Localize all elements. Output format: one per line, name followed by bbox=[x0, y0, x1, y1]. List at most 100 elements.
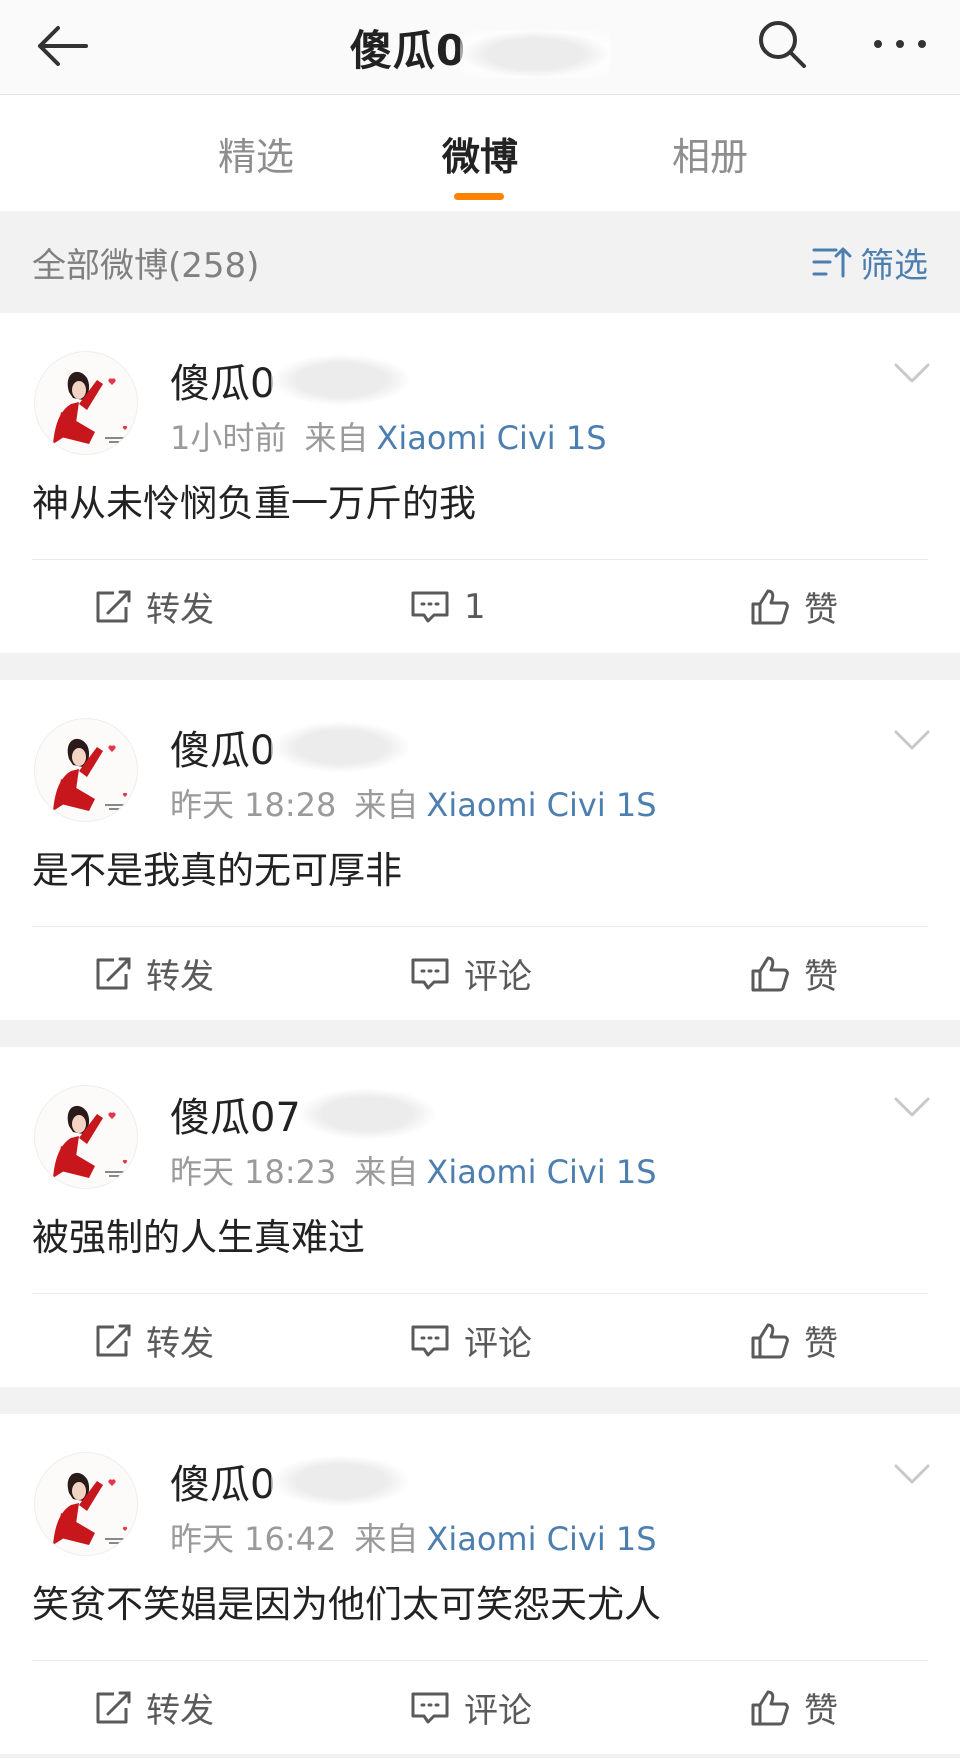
like-label: 赞 bbox=[804, 1691, 838, 1731]
filter-bar: 全部微博(258) 筛选 bbox=[0, 211, 960, 313]
comment-button[interactable]: 评论 bbox=[410, 1661, 532, 1754]
comment-button[interactable]: 评论 bbox=[410, 927, 532, 1020]
page-title-text: 傻瓜0 bbox=[349, 26, 467, 75]
post-actions: 转发 评论 赞 bbox=[0, 1661, 960, 1754]
chevron-down-icon[interactable] bbox=[890, 718, 934, 762]
repost-label: 转发 bbox=[146, 1691, 214, 1731]
avatar[interactable] bbox=[34, 1085, 138, 1189]
comment-icon bbox=[411, 1325, 449, 1356]
chevron-down-icon[interactable] bbox=[890, 1452, 934, 1496]
post-username-text: 傻瓜0 bbox=[170, 728, 276, 774]
avatar[interactable] bbox=[34, 718, 138, 822]
repost-button[interactable]: 转发 bbox=[94, 560, 214, 653]
post-card[interactable]: 傻瓜0 1小时前 来自 Xiaomi Civi 1S 神从未怜悯负重一万斤的我 转发… bbox=[0, 313, 960, 653]
comment-button[interactable]: 1 bbox=[410, 560, 486, 653]
post-source-prefix: 来自 bbox=[304, 419, 369, 457]
avatar[interactable] bbox=[34, 351, 138, 455]
thumbs-up-icon bbox=[751, 1690, 789, 1725]
repost-button[interactable]: 转发 bbox=[94, 1294, 214, 1387]
comment-label: 评论 bbox=[464, 1324, 532, 1364]
avatar[interactable] bbox=[34, 1452, 138, 1556]
title-container: 傻瓜0 bbox=[0, 0, 960, 95]
blurred-username-mask bbox=[460, 29, 611, 78]
post-time: 昨天 16:42 bbox=[170, 1520, 337, 1558]
like-button[interactable]: 赞 bbox=[750, 1661, 838, 1754]
tab-album[interactable]: 相册 bbox=[640, 95, 780, 211]
like-label: 赞 bbox=[804, 590, 838, 630]
post-source-prefix: 来自 bbox=[354, 1153, 419, 1191]
avatar-illustration bbox=[53, 738, 128, 811]
blurred-username-mask bbox=[271, 721, 412, 773]
post-card[interactable]: 傻瓜0 昨天 18:28 来自 Xiaomi Civi 1S 是不是我真的无可厚非 … bbox=[0, 680, 960, 1020]
more-dots-icon bbox=[874, 40, 926, 48]
comment-label: 评论 bbox=[464, 1691, 532, 1731]
like-button[interactable]: 赞 bbox=[750, 560, 838, 653]
search-button[interactable] bbox=[750, 12, 814, 76]
filter-button[interactable]: 筛选 bbox=[812, 211, 928, 313]
profile-tabs: 精选 微博 相册 bbox=[0, 95, 960, 211]
post-text[interactable]: 神从未怜悯负重一万斤的我 bbox=[32, 473, 476, 527]
filter-sort-icon bbox=[812, 247, 852, 278]
post-card[interactable]: 傻瓜07 昨天 18:23 来自 Xiaomi Civi 1S 被强制的人生真难过 … bbox=[0, 1047, 960, 1387]
blurred-username-mask bbox=[271, 354, 412, 406]
repost-label: 转发 bbox=[146, 957, 214, 997]
post-text[interactable]: 被强制的人生真难过 bbox=[32, 1207, 365, 1261]
avatar-illustration bbox=[53, 371, 128, 444]
more-button[interactable] bbox=[862, 12, 938, 76]
post-actions: 转发 评论 赞 bbox=[0, 1294, 960, 1387]
comment-button[interactable]: 评论 bbox=[410, 1294, 532, 1387]
like-label: 赞 bbox=[804, 957, 838, 997]
post-device-link[interactable]: Xiaomi Civi 1S bbox=[426, 786, 656, 824]
thumbs-up-icon bbox=[751, 956, 789, 991]
top-navigation-bar: 傻瓜0 bbox=[0, 0, 960, 95]
chevron-down-icon[interactable] bbox=[890, 1085, 934, 1129]
repost-icon bbox=[96, 1324, 131, 1356]
comment-label: 评论 bbox=[464, 957, 532, 997]
post-username[interactable]: 傻瓜0 bbox=[170, 351, 412, 409]
like-button[interactable]: 赞 bbox=[750, 1294, 838, 1387]
post-username[interactable]: 傻瓜0 bbox=[170, 718, 412, 776]
post-username[interactable]: 傻瓜07 bbox=[170, 1085, 437, 1143]
avatar-illustration bbox=[53, 1472, 128, 1545]
post-username[interactable]: 傻瓜0 bbox=[170, 1452, 412, 1510]
comment-icon bbox=[411, 958, 449, 989]
blurred-username-mask bbox=[271, 1455, 412, 1507]
post-username-text: 傻瓜0 bbox=[170, 361, 276, 407]
post-count-label: 全部微博(258) bbox=[32, 245, 260, 286]
avatar-illustration bbox=[53, 1105, 128, 1178]
tab-featured[interactable]: 精选 bbox=[186, 95, 326, 211]
post-text[interactable]: 是不是我真的无可厚非 bbox=[32, 840, 402, 894]
post-username-text: 傻瓜07 bbox=[170, 1095, 301, 1141]
like-button[interactable]: 赞 bbox=[750, 927, 838, 1020]
post-source-prefix: 来自 bbox=[354, 786, 419, 824]
post-actions: 转发 评论 赞 bbox=[0, 927, 960, 1020]
repost-icon bbox=[96, 590, 131, 622]
post-device-link[interactable]: Xiaomi Civi 1S bbox=[426, 1520, 656, 1558]
repost-label: 转发 bbox=[146, 1324, 214, 1364]
thumbs-up-icon bbox=[751, 1323, 789, 1358]
post-meta: 昨天 18:23 来自 Xiaomi Civi 1S bbox=[170, 1147, 657, 1193]
repost-icon bbox=[96, 957, 131, 989]
search-icon bbox=[759, 21, 806, 68]
post-time: 昨天 18:28 bbox=[170, 786, 337, 824]
like-label: 赞 bbox=[804, 1324, 838, 1364]
repost-button[interactable]: 转发 bbox=[94, 927, 214, 1020]
post-time: 昨天 18:23 bbox=[170, 1153, 337, 1191]
filter-label: 筛选 bbox=[860, 245, 928, 286]
repost-label: 转发 bbox=[146, 590, 214, 630]
post-time: 1小时前 bbox=[170, 419, 287, 457]
post-text[interactable]: 笑贫不笑娼是因为他们太可笑怨天尤人 bbox=[32, 1574, 661, 1628]
post-meta: 昨天 18:28 来自 Xiaomi Civi 1S bbox=[170, 780, 657, 826]
thumbs-up-icon bbox=[751, 589, 789, 624]
post-meta: 昨天 16:42 来自 Xiaomi Civi 1S bbox=[170, 1514, 657, 1560]
post-username-text: 傻瓜0 bbox=[170, 1462, 276, 1508]
chevron-down-icon[interactable] bbox=[890, 351, 934, 395]
post-device-link[interactable]: Xiaomi Civi 1S bbox=[426, 1153, 656, 1191]
repost-icon bbox=[96, 1691, 131, 1723]
repost-button[interactable]: 转发 bbox=[94, 1661, 214, 1754]
comment-label: 1 bbox=[464, 586, 486, 627]
post-device-link[interactable]: Xiaomi Civi 1S bbox=[376, 419, 606, 457]
comment-icon bbox=[411, 591, 449, 622]
post-source-prefix: 来自 bbox=[354, 1520, 419, 1558]
post-card[interactable]: 傻瓜0 昨天 16:42 来自 Xiaomi Civi 1S 笑贫不笑娼是因为他们太… bbox=[0, 1414, 960, 1754]
